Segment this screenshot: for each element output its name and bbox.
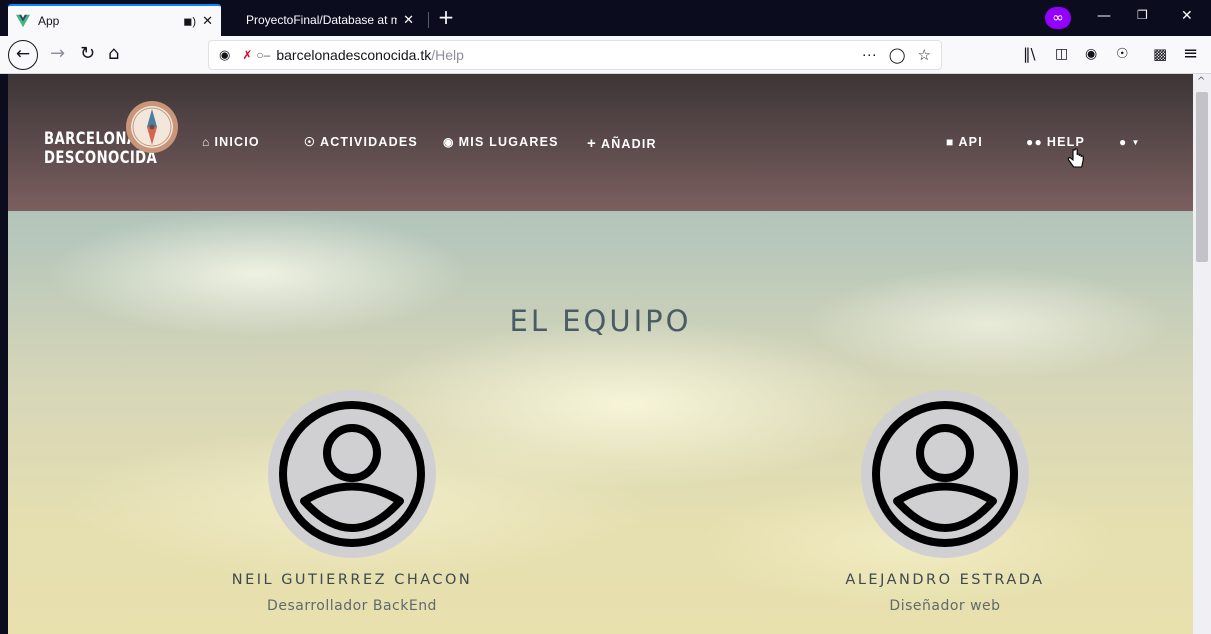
browser-toolbar: ← → ↻ ⌂ ◉ ✗ ○‒ barcelonadesconocida.tk /…: [0, 36, 1211, 74]
whats-new-icon[interactable]: ▩: [1153, 44, 1167, 64]
url-host: barcelonadesconocida.tk: [276, 47, 432, 63]
scroll-up-icon[interactable]: ^: [1197, 76, 1205, 87]
account-icon[interactable]: ☉: [1116, 44, 1129, 64]
hand-cursor-icon: [1067, 148, 1084, 168]
users-icon: ●●: [1026, 135, 1043, 149]
nav-inicio-label: INICIO: [214, 135, 260, 149]
nav-mis-lugares[interactable]: ◉ MIS LUGARES: [443, 135, 559, 149]
library-icon[interactable]: ‖\: [1023, 44, 1036, 64]
nav-help-label: HELP: [1046, 135, 1086, 149]
more-actions-icon[interactable]: ···: [862, 46, 877, 64]
minimize-icon[interactable]: —: [1097, 8, 1111, 24]
caret-down-icon: ▼: [1131, 137, 1141, 147]
tab-github-label: ProyectoFinal/Database at master: [246, 13, 398, 27]
reload-icon[interactable]: ↻: [80, 44, 95, 64]
user-icon: ●: [1119, 135, 1128, 149]
private-mask-icon[interactable]: ∞: [1045, 7, 1071, 29]
section-title: EL EQUIPO: [509, 304, 692, 338]
member-name: NEIL GUTIERREZ CHACON: [231, 572, 473, 588]
nav-actividades-label: ACTIVIDADES: [319, 135, 418, 149]
restore-icon[interactable]: ❐: [1137, 8, 1148, 22]
user-avatar-icon: [279, 401, 425, 547]
book-icon: ■: [946, 135, 955, 149]
team-member-card: NEIL GUTIERREZ CHACON Desarrollador Back…: [192, 390, 512, 614]
tab-close-icon[interactable]: ✕: [403, 12, 414, 28]
sidebar-icon[interactable]: ◫: [1055, 44, 1068, 64]
tab-github[interactable]: ProyectoFinal/Database at master ✕: [232, 6, 428, 34]
compass-icon: [126, 101, 178, 153]
nav-api-label: API: [958, 135, 983, 149]
nav-actividades[interactable]: ☉ ACTIVIDADES: [304, 135, 418, 149]
member-name: ALEJANDRO ESTRADA: [845, 572, 1045, 588]
url-bar[interactable]: ◉ ✗ ○‒ barcelonadesconocida.tk /Help ···…: [208, 40, 942, 70]
nav-mis-lugares-label: MIS LUGARES: [458, 135, 559, 149]
page-scrollbar[interactable]: ^: [1193, 74, 1211, 634]
speaker-icon[interactable]: ◼): [183, 15, 196, 28]
tab-app-label: App: [38, 14, 60, 28]
nav-api[interactable]: ■ API: [946, 135, 983, 149]
bookmark-star-icon[interactable]: ☆: [918, 46, 931, 64]
tab-close-icon[interactable]: ✕: [202, 13, 213, 29]
tab-separator: [428, 12, 429, 28]
scroll-thumb[interactable]: [1196, 92, 1208, 262]
home-icon[interactable]: ⌂: [108, 44, 119, 64]
forward-button[interactable]: →: [50, 44, 65, 64]
tab-app[interactable]: App ◼) ✕: [8, 4, 221, 36]
extension-icon[interactable]: ◉: [1085, 44, 1097, 64]
team-member-card: ALEJANDRO ESTRADA Diseñador web: [785, 390, 1105, 614]
nav-help[interactable]: ●● HELP: [1026, 135, 1085, 149]
vue-logo-icon: [16, 14, 30, 28]
user-avatar-icon: [872, 401, 1018, 547]
home-icon: ⌂: [202, 135, 211, 149]
back-button[interactable]: ←: [8, 40, 38, 70]
menu-icon[interactable]: ≡: [1183, 44, 1198, 64]
site-navbar: BARCELONA DESCONOCIDA ⌂ INICIO ☉ ACTIVID…: [8, 74, 1193, 211]
member-role: Diseñador web: [889, 598, 1001, 614]
url-path: /Help: [431, 47, 464, 63]
insecure-lock-icon[interactable]: ✗: [242, 48, 252, 62]
window-close-icon[interactable]: ✕: [1181, 8, 1193, 24]
page-viewport: BARCELONA DESCONOCIDA ⌂ INICIO ☉ ACTIVID…: [8, 74, 1193, 634]
avatar: [268, 390, 436, 558]
avatar: [861, 390, 1029, 558]
user-menu-dropdown[interactable]: ● ▼: [1119, 135, 1141, 149]
globe-icon: ◉: [443, 135, 455, 149]
nav-anadir[interactable]: + AÑADIR: [587, 135, 657, 152]
key-icon[interactable]: ○‒: [256, 48, 270, 62]
nav-anadir-label: AÑADIR: [600, 136, 657, 151]
nav-inicio[interactable]: ⌂ INICIO: [202, 135, 260, 149]
pocket-icon[interactable]: ◯: [889, 46, 906, 64]
hiking-icon: ☉: [304, 135, 316, 149]
tab-strip: App ◼) ✕ ProyectoFinal/Database at maste…: [0, 0, 1211, 36]
plus-icon: +: [587, 135, 597, 152]
member-role: Desarrollador BackEnd: [267, 598, 437, 614]
new-tab-button[interactable]: +: [434, 6, 458, 30]
shield-icon[interactable]: ◉: [219, 47, 230, 63]
